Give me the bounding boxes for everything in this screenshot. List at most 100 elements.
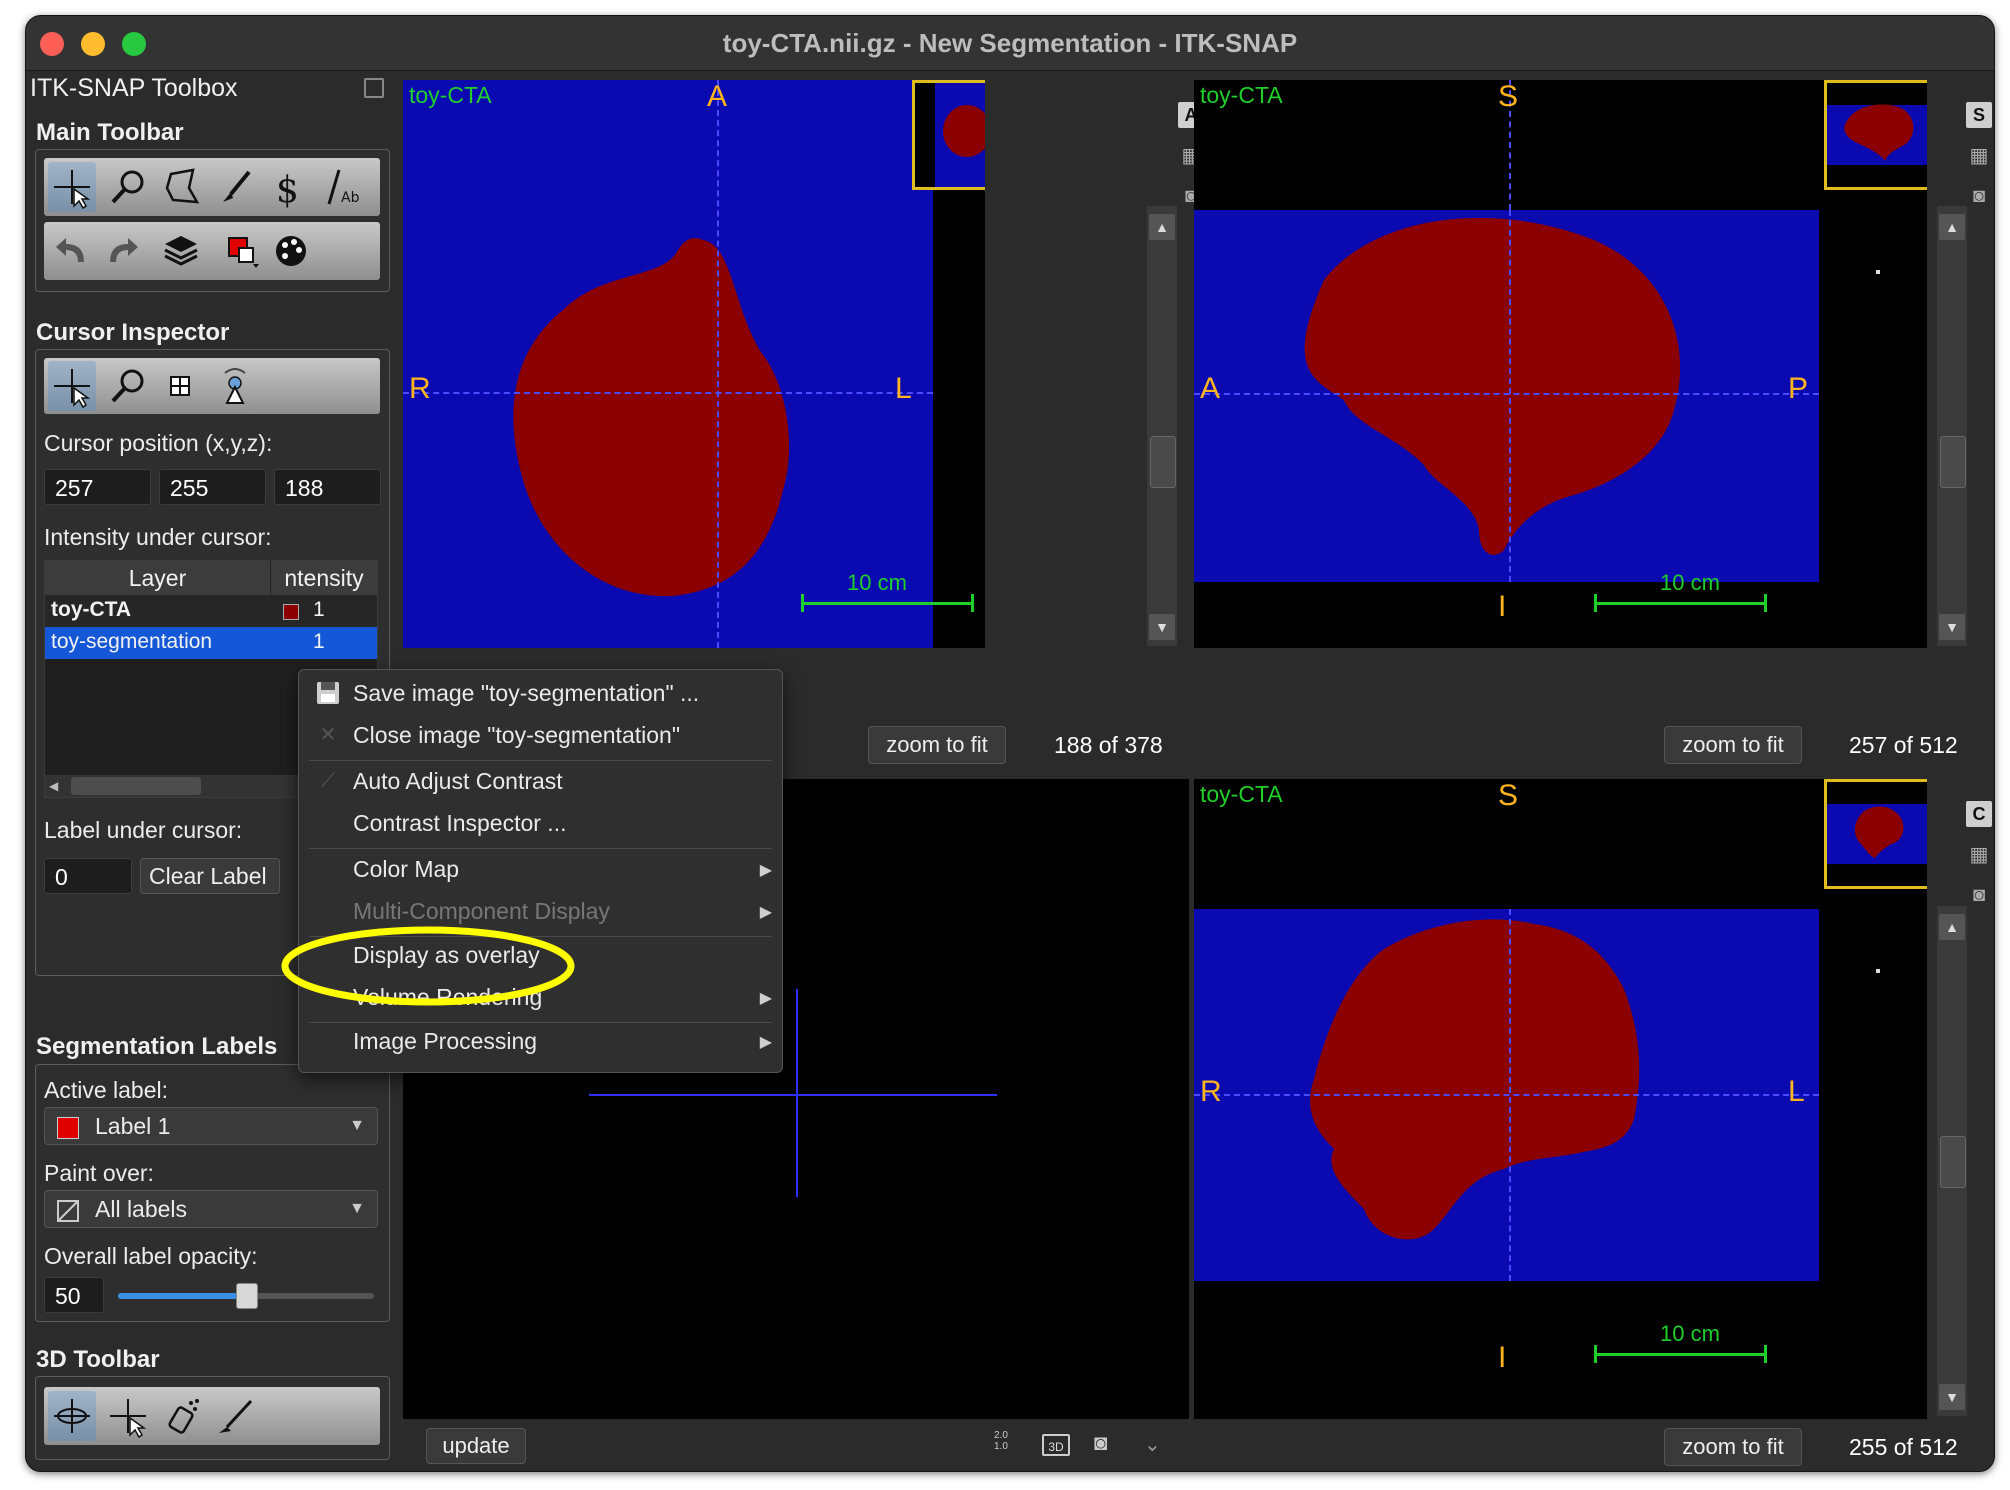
- scroll-left-icon[interactable]: ◀: [49, 778, 65, 794]
- polygon-icon[interactable]: [157, 162, 205, 212]
- sagittal-view[interactable]: toy-CTA S A P I 10 cm: [1194, 80, 1927, 648]
- coronal-view[interactable]: toy-CTA S R L I 10 cm: [1194, 779, 1927, 1419]
- coronal-slice-scrollbar[interactable]: ▲ ▼: [1937, 906, 1967, 1416]
- main-toolbar-row2: [44, 222, 380, 280]
- scroll-up-icon[interactable]: ▲: [1149, 214, 1175, 240]
- window-title: toy-CTA.nii.gz - New Segmentation - ITK-…: [722, 28, 1298, 58]
- scrollbar-handle[interactable]: [1940, 436, 1966, 488]
- scrollbar-handle[interactable]: [71, 777, 201, 795]
- zoom-to-fit-button[interactable]: zoom to fit: [1664, 1428, 1802, 1466]
- opacity-field[interactable]: 50: [44, 1277, 104, 1313]
- scale-bar-tick: [801, 594, 804, 612]
- thumbnail-navigator[interactable]: [1824, 779, 1927, 889]
- active-label-dropdown[interactable]: Label 1 ▼: [44, 1107, 378, 1145]
- scroll-up-icon[interactable]: ▲: [1939, 914, 1965, 940]
- label-color-icon[interactable]: [219, 226, 267, 276]
- opacity-caption: Overall label opacity:: [44, 1243, 258, 1269]
- sagittal-segmentation: [1304, 217, 1681, 555]
- layout-icon[interactable]: ▦: [1966, 843, 1992, 867]
- menu-item-color-map[interactable]: Color Map: [353, 856, 459, 883]
- scale-icon[interactable]: 2.0 1.0: [994, 1430, 1022, 1460]
- paint-over-dropdown[interactable]: All labels ▼: [44, 1190, 378, 1228]
- zoom-to-fit-button[interactable]: zoom to fit: [868, 726, 1006, 764]
- scale-bar: [803, 602, 973, 605]
- snake-icon[interactable]: $: [264, 162, 312, 212]
- cursor-dot: [1876, 969, 1880, 973]
- clear-label-button[interactable]: Clear Label: [140, 858, 280, 894]
- undock-icon[interactable]: [364, 78, 384, 98]
- crosshair-cursor-icon[interactable]: [48, 162, 96, 212]
- chevron-down-icon: ▼: [349, 1117, 365, 1134]
- scale-bar-label: 10 cm: [1660, 570, 1720, 595]
- zoom-icon[interactable]: [104, 361, 152, 411]
- zoom-icon[interactable]: [104, 162, 152, 212]
- active-label-caption: Active label:: [44, 1077, 169, 1103]
- itk-snap-window: toy-CTA.nii.gz - New Segmentation - ITK-…: [25, 15, 1995, 1472]
- palette-icon[interactable]: [267, 226, 315, 276]
- submenu-arrow-icon: ▶: [759, 862, 772, 879]
- camera-icon[interactable]: ◙: [1966, 883, 1992, 907]
- thumbnail-navigator[interactable]: [912, 80, 985, 190]
- opacity-slider-handle[interactable]: [236, 1283, 258, 1309]
- segmentation-labels-title: Segmentation Labels: [36, 1033, 278, 1060]
- scroll-down-icon[interactable]: ▼: [1939, 614, 1965, 640]
- axial-view[interactable]: toy-CTA A R L 10 cm: [403, 80, 985, 648]
- paint-over-caption: Paint over:: [44, 1160, 154, 1186]
- menu-item-close-image[interactable]: Close image "toy-segmentation": [353, 722, 680, 749]
- crosshair-3d-icon[interactable]: [104, 1391, 152, 1441]
- 3d-toggle-icon[interactable]: 3D: [1042, 1434, 1070, 1456]
- menu-item-image-processing[interactable]: Image Processing: [353, 1028, 537, 1055]
- chevron-down-icon: ▼: [349, 1200, 365, 1217]
- grid-icon[interactable]: [157, 361, 205, 411]
- thumbnail-navigator[interactable]: [1824, 80, 1927, 190]
- scrollbar-handle[interactable]: [1150, 436, 1176, 488]
- crosshair-horizontal: [1194, 1094, 1819, 1096]
- sagittal-slice-scrollbar[interactable]: ▲ ▼: [1937, 206, 1967, 646]
- scroll-down-icon[interactable]: ▼: [1939, 1384, 1965, 1410]
- camera-icon[interactable]: ◙: [1094, 1430, 1107, 1456]
- layers-icon[interactable]: [157, 226, 205, 276]
- menu-item-auto-adjust-contrast[interactable]: Auto Adjust Contrast: [353, 768, 563, 795]
- scrollbar-handle[interactable]: [1940, 1136, 1966, 1188]
- scale-bar-tick: [1764, 594, 1767, 612]
- orientation-right: L: [895, 372, 912, 405]
- sync-icon[interactable]: [211, 361, 259, 411]
- menu-separator: [309, 1022, 772, 1023]
- slice-indicator: 255 of 512: [1849, 1434, 1958, 1460]
- highlight-ellipse: [281, 926, 575, 1006]
- update-button[interactable]: update: [426, 1428, 526, 1464]
- axial-slice-scrollbar[interactable]: ▲ ▼: [1147, 206, 1177, 646]
- layout-icon[interactable]: ▦: [1966, 144, 1992, 168]
- slice-indicator: 257 of 512: [1849, 732, 1958, 758]
- redo-icon[interactable]: [98, 226, 146, 276]
- view-maximize-icon[interactable]: C: [1966, 801, 1992, 827]
- zoom-to-fit-button[interactable]: zoom to fit: [1664, 726, 1802, 764]
- svg-text:$: $: [276, 170, 299, 211]
- scroll-up-icon[interactable]: ▲: [1939, 214, 1965, 240]
- intensity-column-header[interactable]: ntensity: [271, 561, 377, 595]
- orientation-top: S: [1498, 779, 1519, 812]
- crosshair-cursor-icon[interactable]: [48, 361, 96, 411]
- chevron-down-icon[interactable]: ⌄: [1144, 1432, 1161, 1457]
- cursor-x-field[interactable]: 257: [44, 469, 151, 505]
- menu-item-save-image[interactable]: Save image "toy-segmentation" ...: [353, 680, 699, 707]
- table-row[interactable]: toy-segmentation 1: [45, 627, 377, 659]
- camera-icon[interactable]: ◙: [1966, 184, 1992, 208]
- table-row[interactable]: toy-CTA 1: [45, 595, 377, 627]
- opacity-slider[interactable]: [118, 1283, 374, 1309]
- paintbrush-icon[interactable]: [211, 162, 259, 212]
- sagittal-image: [1194, 210, 1819, 582]
- cursor-y-field[interactable]: 255: [159, 469, 266, 505]
- scroll-down-icon[interactable]: ▼: [1149, 614, 1175, 640]
- crosshair-vertical: [1509, 909, 1511, 1281]
- label-under-cursor-field[interactable]: 0: [44, 858, 132, 894]
- annotation-icon[interactable]: Ab: [319, 162, 367, 212]
- view-maximize-icon[interactable]: S: [1966, 102, 1992, 128]
- scalpel-icon[interactable]: [211, 1391, 259, 1441]
- cursor-z-field[interactable]: 188: [274, 469, 381, 505]
- spray-icon[interactable]: [157, 1391, 205, 1441]
- undo-icon[interactable]: [48, 226, 96, 276]
- menu-item-contrast-inspector[interactable]: Contrast Inspector ...: [353, 810, 566, 837]
- layer-column-header[interactable]: Layer: [45, 561, 271, 595]
- rotate-3d-icon[interactable]: [48, 1391, 96, 1441]
